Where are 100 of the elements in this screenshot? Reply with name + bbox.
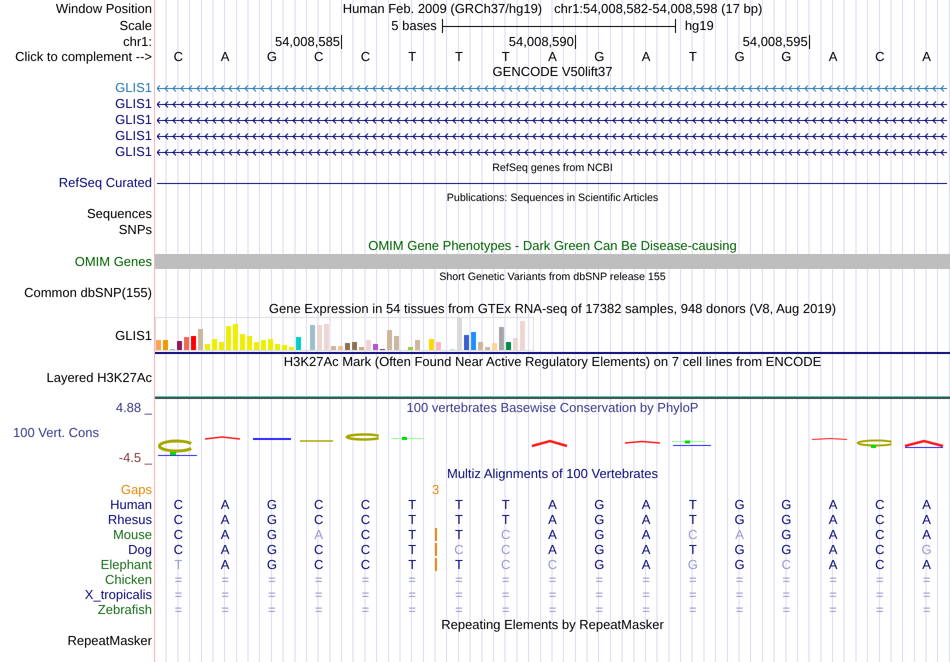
aligned-base: = <box>642 572 650 586</box>
aligned-base: G <box>266 542 277 556</box>
aligned-base: T <box>688 542 697 556</box>
aligned-base: C <box>454 542 464 556</box>
species-label[interactable]: Chicken <box>105 572 152 586</box>
base-letter: C <box>875 50 885 64</box>
base-letter: A <box>642 50 650 64</box>
track-label[interactable]: GLIS1 <box>115 328 152 342</box>
aligned-base: G <box>781 498 792 512</box>
conservation-mark <box>346 433 379 441</box>
track-label[interactable]: 100 Vert. Cons <box>13 426 99 440</box>
gene-label[interactable]: GLIS1 <box>115 145 152 159</box>
aligned-base: = <box>408 572 416 586</box>
complement-label[interactable]: Click to complement --> <box>15 50 152 64</box>
aligned-base: A <box>922 498 931 512</box>
aligned-base: C <box>782 558 792 572</box>
conservation-mark <box>857 440 892 448</box>
track-label[interactable]: RepeatMasker <box>67 634 152 648</box>
aligned-base: G <box>266 528 277 542</box>
aligned-base: G <box>594 558 604 572</box>
aligned-base: A <box>220 512 230 526</box>
species-label[interactable]: X_tropicalis <box>84 588 152 602</box>
expression-bar <box>331 346 336 350</box>
aligned-base: G <box>781 528 792 542</box>
expression-bar <box>492 343 497 350</box>
species-label[interactable]: Rhesus <box>108 512 152 526</box>
aligned-base: = <box>736 572 744 586</box>
expression-bar <box>275 344 280 350</box>
aligned-base: = <box>221 588 229 602</box>
aligned-base: A <box>828 558 838 572</box>
aligned-base: C <box>501 542 510 556</box>
base-letter: A <box>828 50 838 64</box>
aligned-base: = <box>268 572 276 586</box>
track-title: Repeating Elements by RepeatMasker <box>441 618 664 632</box>
track-label[interactable]: Layered H3K27Ac <box>46 371 152 385</box>
species-label[interactable]: Human <box>110 498 152 512</box>
conservation-mark <box>300 440 333 442</box>
expression-bar <box>233 324 238 350</box>
axis-max-label: 4.88 _ <box>116 401 152 415</box>
aligned-base: G <box>266 558 277 572</box>
expression-bar <box>226 326 231 350</box>
aligned-base: G <box>594 528 604 542</box>
aligned-base: C <box>174 542 184 556</box>
species-label[interactable]: Elephant <box>100 558 152 572</box>
aligned-base: T <box>408 498 416 512</box>
aligned-base: A <box>220 498 230 512</box>
aligned-base: G <box>594 512 604 526</box>
aligned-base: G <box>266 512 277 526</box>
track-label[interactable]: Sequences <box>86 207 152 221</box>
aligned-base: A <box>220 558 230 572</box>
species-label[interactable]: Dog <box>128 542 152 556</box>
aligned-base: C <box>314 512 324 526</box>
aligned-base: = <box>174 602 182 616</box>
aligned-base: A <box>922 528 931 542</box>
gene-label[interactable]: GLIS1 <box>115 97 152 111</box>
conservation-mark <box>624 440 660 444</box>
aligned-base: = <box>688 572 697 586</box>
aligned-base: = <box>922 572 930 586</box>
expression-bar <box>317 325 322 350</box>
aligned-base: = <box>362 602 370 616</box>
aligned-base: C <box>360 498 370 512</box>
track-title: 100 vertebrates Basewise Conservation by PhyloP <box>406 401 698 415</box>
expression-bar <box>436 342 441 350</box>
aligned-base: G <box>688 558 698 572</box>
base-letter: C <box>314 50 324 64</box>
aligned-base: = <box>408 588 416 602</box>
aligned-base: A <box>828 498 838 512</box>
base-letter: G <box>734 50 745 64</box>
aligned-base: = <box>595 602 604 616</box>
track-label[interactable]: SNPs <box>118 223 152 237</box>
gap-count: 3 <box>432 482 440 497</box>
gene-label[interactable]: GLIS1 <box>115 113 152 127</box>
aligned-base: C <box>360 558 370 572</box>
track-label[interactable]: RefSeq Curated <box>58 176 152 190</box>
base-letter: C <box>360 50 370 64</box>
aligned-base: = <box>362 588 370 602</box>
conservation-mark <box>532 440 568 448</box>
track-title: GENCODE V50lift37 <box>492 65 612 79</box>
aligned-base: = <box>595 572 604 586</box>
aligned-base: A <box>220 528 230 542</box>
track-label[interactable]: OMIM Genes <box>74 254 152 268</box>
species-label[interactable]: Zebrafish <box>98 602 152 616</box>
aligned-base: A <box>922 558 931 572</box>
track-title: Multiz Alignments of 100 Vertebrates <box>446 467 658 481</box>
aligned-base: = <box>595 588 604 602</box>
track-label[interactable]: Common dbSNP(155) <box>24 286 152 300</box>
expression-bar <box>408 347 413 350</box>
aligned-base: C <box>174 498 184 512</box>
base-letter: G <box>266 50 277 64</box>
aligned-base: C <box>360 528 370 542</box>
aligned-base: A <box>642 542 650 556</box>
aligned-base: = <box>268 588 276 602</box>
aligned-base: = <box>642 588 650 602</box>
gene-label[interactable]: GLIS1 <box>115 81 152 95</box>
aligned-base: = <box>922 588 930 602</box>
expression-bar <box>345 343 350 350</box>
species-label[interactable]: Mouse <box>112 528 152 542</box>
gene-label[interactable]: GLIS1 <box>115 129 152 143</box>
aligned-base: = <box>502 572 510 586</box>
expression-bar <box>296 337 301 350</box>
